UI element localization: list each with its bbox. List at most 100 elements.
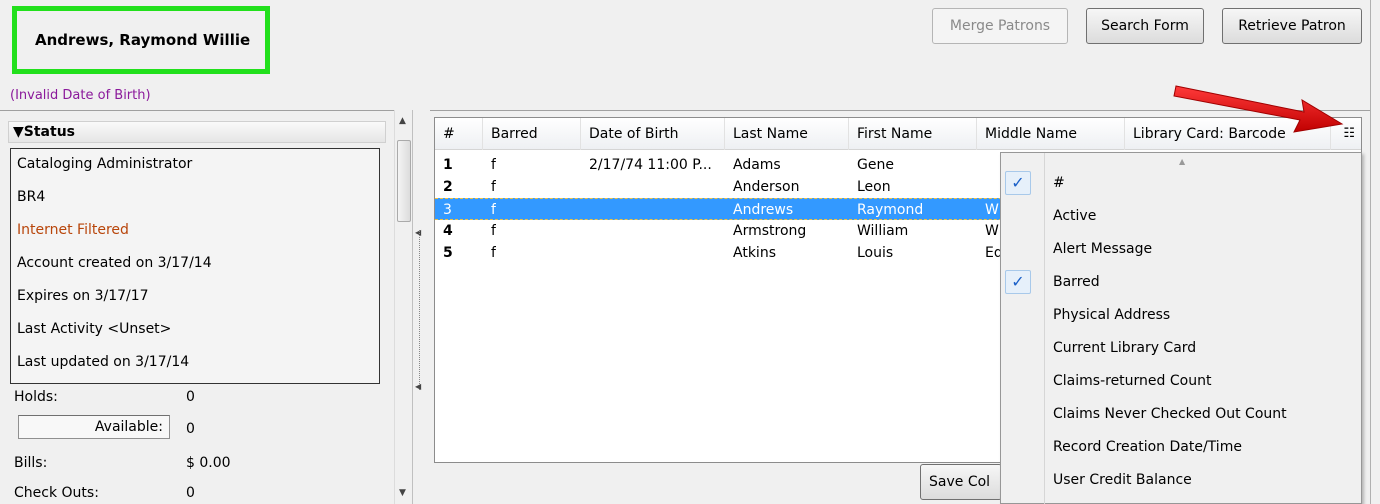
column-menu-item[interactable]: Claims Never Checked Out Count	[1001, 398, 1361, 431]
row-number: 2	[443, 179, 453, 195]
column-menu-item-label: Active	[1053, 208, 1097, 224]
column-menu-item[interactable]: ✓ #	[1001, 167, 1361, 200]
profile-line: Cataloging Administrator	[17, 156, 193, 172]
column-menu-item-label: Alert Message	[1053, 241, 1153, 257]
row-number: 5	[443, 245, 453, 261]
row-first-name: Raymond	[857, 202, 924, 218]
save-columns-button[interactable]: Save Col	[920, 464, 1002, 500]
status-header-label: Status	[23, 124, 75, 140]
splitter-left-arrow-icon[interactable]: ◀	[415, 382, 421, 391]
row-dob	[581, 199, 725, 221]
account-created-line: Account created on 3/17/14	[17, 255, 212, 271]
row-dob: 2/17/74 11:00 P...	[589, 157, 712, 173]
last-activity-line: Last Activity <Unset>	[17, 321, 172, 337]
row-barred: f	[491, 179, 496, 195]
bills-label: Bills:	[14, 455, 48, 471]
row-dob	[581, 176, 725, 198]
row-last-name: Andrews	[733, 202, 794, 218]
bills-value: $ 0.00	[186, 455, 231, 471]
column-header-barred[interactable]: Barred	[483, 118, 581, 150]
checkmark-icon: ✓	[1005, 270, 1031, 294]
dob-warning: (Invalid Date of Birth)	[10, 88, 151, 103]
column-header-dob[interactable]: Date of Birth	[581, 118, 725, 150]
available-holds-box[interactable]: Available:	[18, 415, 170, 439]
row-first-name: Leon	[857, 179, 891, 195]
menu-scroll-up-icon[interactable]: ▲	[1179, 157, 1185, 166]
column-header-last-name[interactable]: Last Name	[725, 118, 849, 150]
row-middle-name	[977, 154, 985, 176]
row-middle-name: Ed	[985, 245, 1003, 261]
row-number: 3	[443, 202, 452, 218]
window-right-border	[1370, 0, 1380, 504]
checkmark-icon: ✓	[1005, 171, 1031, 195]
column-header-number[interactable]: #	[435, 118, 483, 150]
holds-label: Holds:	[14, 389, 58, 405]
column-header-middle-name[interactable]: Middle Name	[977, 118, 1125, 150]
column-menu-item[interactable]: Claims-returned Count	[1001, 365, 1361, 398]
row-last-name: Adams	[733, 157, 781, 173]
merge-patrons-button[interactable]: Merge Patrons	[932, 8, 1068, 44]
row-first-name: Gene	[857, 157, 894, 173]
search-form-label: Search Form	[1101, 18, 1189, 34]
row-middle-name: W	[985, 202, 999, 218]
row-barred: f	[491, 202, 496, 218]
column-picker-menu: ▲ ✓ # Active Alert Message ✓ Barred Physical A…	[1000, 152, 1362, 504]
save-columns-label: Save Col	[929, 474, 991, 490]
row-dob	[581, 242, 725, 264]
scrollbar-thumb[interactable]	[397, 140, 411, 222]
column-menu-item-label: Current Library Card	[1053, 340, 1197, 356]
column-menu-item[interactable]: Active	[1001, 200, 1361, 233]
available-label: Available:	[94, 419, 163, 435]
status-box: Cataloging Administrator BR4 Internet Fi…	[10, 148, 380, 384]
home-library-line: BR4	[17, 189, 46, 205]
scroll-down-icon[interactable]: ▼	[399, 488, 406, 498]
row-number: 4	[443, 223, 453, 239]
row-middle-name	[977, 176, 985, 198]
column-menu-item-label: User Credit Balance	[1053, 472, 1192, 488]
available-value: 0	[186, 421, 195, 437]
patron-name: Andrews, Raymond Willie	[35, 31, 251, 49]
row-first-name: Louis	[857, 245, 894, 261]
patron-summary-panel: ▼Status Cataloging Administrator BR4 Int…	[0, 110, 412, 504]
column-menu-item-label: Physical Address	[1053, 307, 1171, 323]
column-menu-item-label: Barred	[1053, 274, 1100, 290]
row-middle-name: W	[985, 223, 999, 239]
holds-value: 0	[186, 389, 195, 405]
column-menu-item[interactable]: Physical Address	[1001, 299, 1361, 332]
retrieve-patron-button[interactable]: Retrieve Patron	[1222, 8, 1362, 44]
row-last-name: Anderson	[733, 179, 800, 195]
row-dob	[581, 220, 725, 242]
scroll-up-icon[interactable]: ▲	[399, 116, 406, 126]
column-menu-item-label: Claims Never Checked Out Count	[1053, 406, 1287, 422]
column-menu-item[interactable]: Record Creation Date/Time	[1001, 431, 1361, 464]
search-form-button[interactable]: Search Form	[1086, 8, 1204, 44]
last-updated-line: Last updated on 3/17/14	[17, 354, 190, 370]
splitter-grip[interactable]	[419, 230, 422, 390]
column-menu-item-label: Claims-returned Count	[1053, 373, 1212, 389]
column-menu-item-label: #	[1053, 175, 1065, 191]
column-menu-item[interactable]: Alert Message	[1001, 233, 1361, 266]
column-header-first-name[interactable]: First Name	[849, 118, 977, 150]
checkouts-label: Check Outs:	[14, 485, 99, 501]
collapse-triangle-icon: ▼	[13, 124, 24, 140]
status-section-toggle[interactable]: ▼Status	[8, 121, 386, 143]
merge-patrons-label: Merge Patrons	[949, 18, 1051, 34]
checkouts-value: 0	[186, 485, 195, 501]
annotation-arrow-icon	[1173, 85, 1344, 133]
column-menu-item[interactable]: Current Library Card	[1001, 332, 1361, 365]
column-menu-item[interactable]: User Credit Balance	[1001, 464, 1361, 497]
patron-name-highlight: Andrews, Raymond Willie	[12, 6, 270, 74]
row-number: 1	[443, 157, 453, 173]
left-panel-scrollbar[interactable]: ▲ ▼	[394, 110, 412, 504]
column-menu-item-label: Record Creation Date/Time	[1053, 439, 1242, 455]
column-menu-item[interactable]: ✓ Barred	[1001, 266, 1361, 299]
row-last-name: Armstrong	[733, 223, 807, 239]
row-last-name: Atkins	[733, 245, 776, 261]
row-barred: f	[491, 223, 496, 239]
expires-line: Expires on 3/17/17	[17, 288, 149, 304]
row-first-name: William	[857, 223, 909, 239]
panel-splitter[interactable]: ◀ ◀	[412, 110, 430, 504]
internet-filtered-line: Internet Filtered	[17, 222, 129, 238]
row-barred: f	[491, 157, 496, 173]
retrieve-patron-label: Retrieve Patron	[1238, 18, 1346, 34]
